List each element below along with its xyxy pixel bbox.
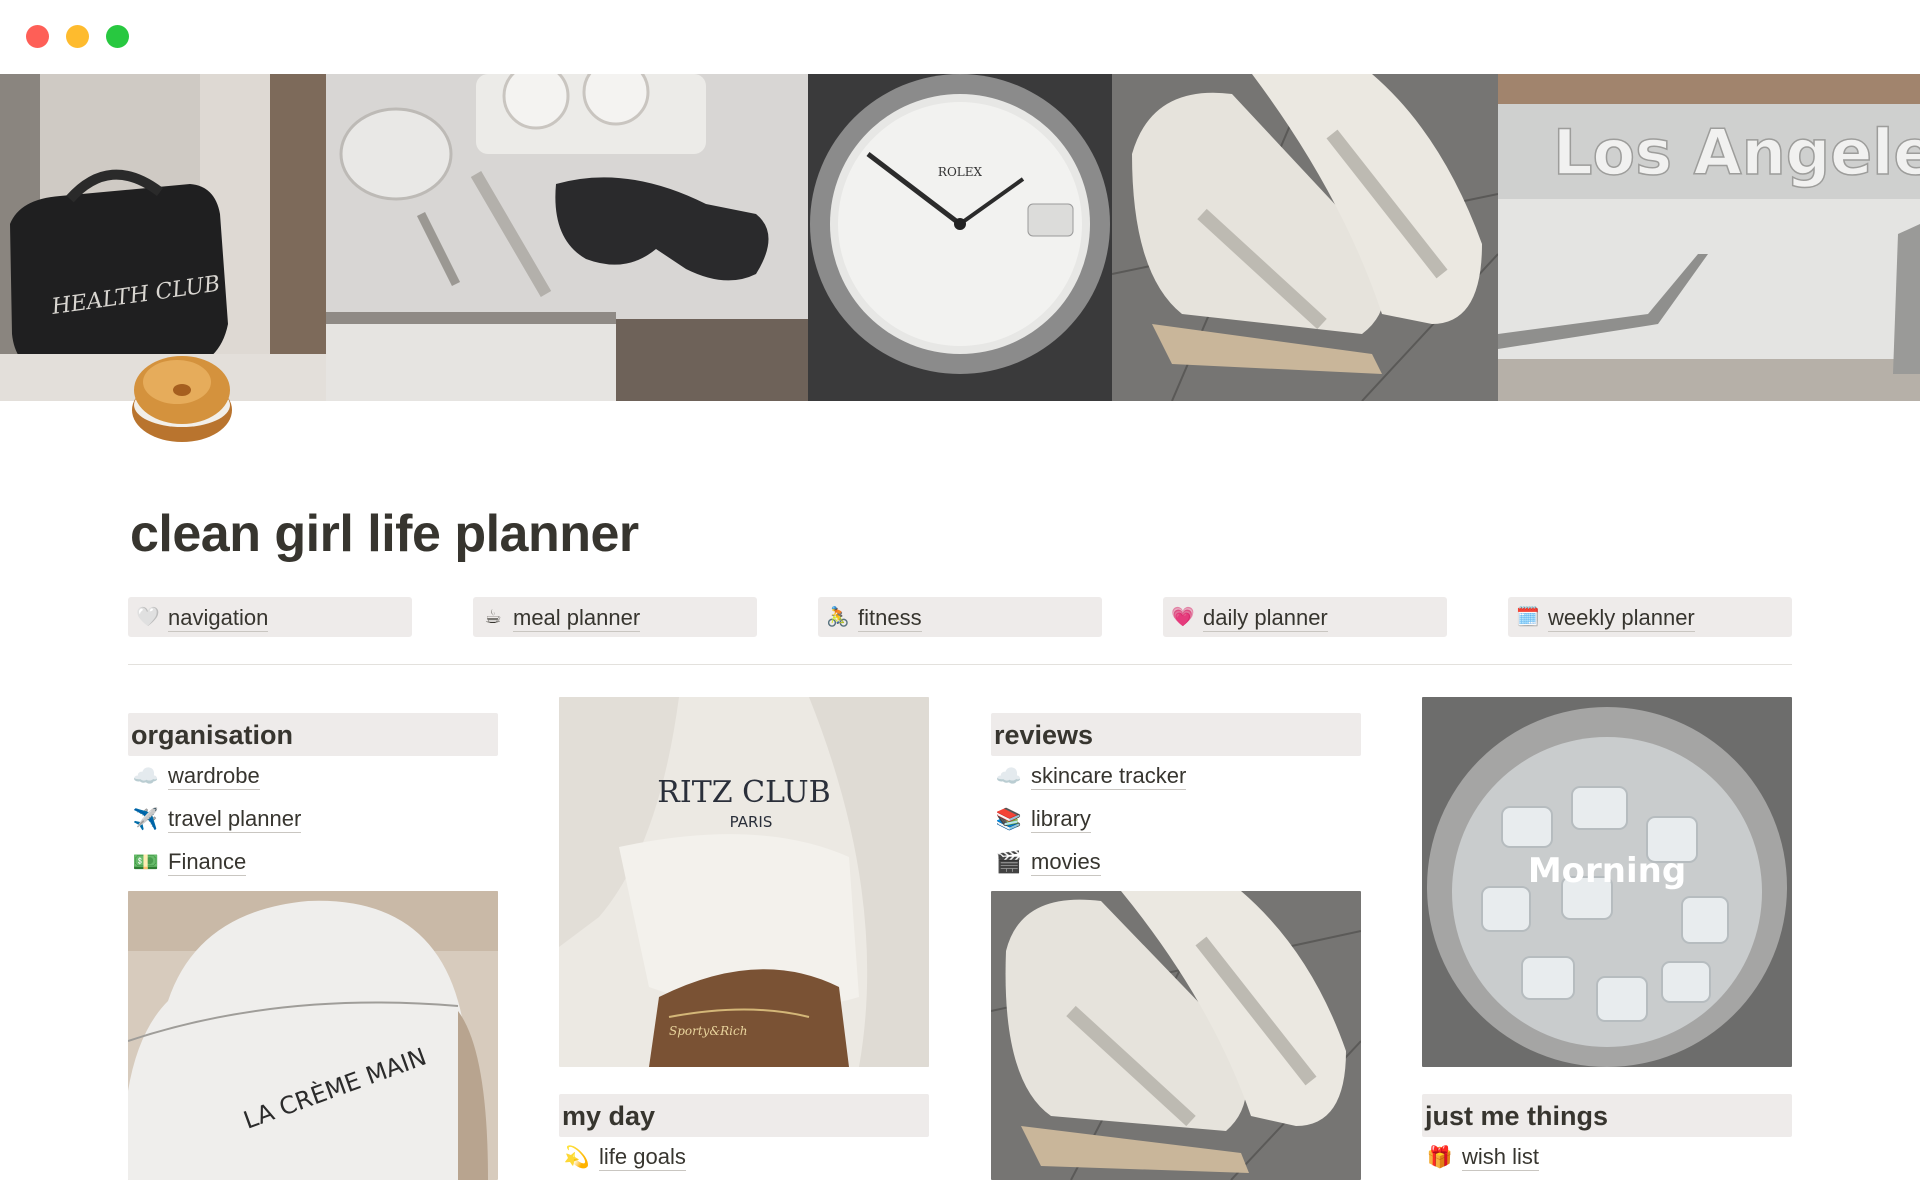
calendar-icon: 🗓️ [1516, 607, 1540, 628]
white-heart-icon: 🤍 [136, 607, 160, 628]
link-label: wish list [1462, 1144, 1540, 1171]
cover-watch-photo: ROLEX [808, 74, 1112, 401]
link-travel-planner[interactable]: ✈️ travel planner [128, 805, 498, 835]
sneakers-image[interactable] [991, 891, 1361, 1180]
link-label: life goals [599, 1144, 686, 1171]
coffee-icon: ☕ [484, 607, 502, 628]
cloud-icon: ☁️ [995, 765, 1023, 788]
nav-button-label: navigation [168, 605, 269, 632]
nav-button-daily-planner[interactable]: 💗 daily planner [1163, 597, 1447, 637]
morning-ice-image[interactable]: Morning [1422, 697, 1792, 1067]
cover-sign-text: Los Angele [1553, 116, 1920, 189]
page-title: clean girl life planner [130, 505, 639, 563]
gift-icon: 🎁 [1426, 1146, 1454, 1169]
nav-button-label: daily planner [1203, 605, 1328, 632]
nav-button-label: meal planner [513, 605, 641, 632]
cyclist-icon: 🚴 [826, 607, 850, 628]
cover-table-photo [326, 74, 808, 401]
link-label: skincare tracker [1031, 763, 1187, 790]
heading-my-day: my day [559, 1094, 929, 1137]
books-icon: 📚 [995, 808, 1023, 831]
link-library[interactable]: 📚 library [991, 805, 1361, 835]
heading-just-me-things: just me things [1422, 1094, 1792, 1137]
link-movies[interactable]: 🎬 movies [991, 848, 1361, 878]
close-window-button[interactable] [26, 25, 49, 48]
cover-image[interactable]: HEALTH CLUB ROLEX Los Angele [0, 74, 1920, 401]
link-skincare-tracker[interactable]: ☁️ skincare tracker [991, 762, 1361, 792]
link-label: wardrobe [168, 763, 260, 790]
nav-button-label: fitness [858, 605, 922, 632]
cover-escalator-photo: Los Angele [1498, 74, 1920, 401]
pink-heart-icon: 💗 [1171, 607, 1195, 628]
link-label: library [1031, 806, 1091, 833]
dizzy-star-icon: 💫 [563, 1146, 591, 1169]
heading-organisation: organisation [128, 713, 498, 756]
link-wish-list[interactable]: 🎁 wish list [1422, 1143, 1792, 1173]
nav-button-navigation[interactable]: 🤍 navigation [128, 597, 412, 637]
nav-button-weekly-planner[interactable]: 🗓️ weekly planner [1508, 597, 1792, 637]
morning-caption: Morning [1528, 851, 1686, 891]
clapper-board-icon: 🎬 [995, 851, 1023, 874]
la-creme-main-image[interactable]: LA CRÈME MAIN [128, 891, 498, 1180]
nav-button-fitness[interactable]: 🚴 fitness [818, 597, 1102, 637]
ritz-bracelet-text: Sporty&Rich [669, 1024, 747, 1038]
link-wardrobe[interactable]: ☁️ wardrobe [128, 762, 498, 792]
money-icon: 💵 [132, 851, 160, 874]
heading-reviews: reviews [991, 713, 1361, 756]
nav-button-meal-planner[interactable]: ☕ meal planner [473, 597, 757, 637]
link-label: Finance [168, 849, 247, 876]
zoom-window-button[interactable] [106, 25, 129, 48]
divider [128, 664, 1792, 665]
cloud-icon: ☁️ [132, 765, 160, 788]
cover-sneakers-photo [1112, 74, 1498, 401]
link-life-goals[interactable]: 💫 life goals [559, 1143, 929, 1173]
cover-watch-text: ROLEX [938, 165, 983, 179]
minimize-window-button[interactable] [66, 25, 89, 48]
link-finance[interactable]: 💵 Finance [128, 848, 498, 878]
ritz-club-image[interactable]: Sporty&Rich RITZ CLUB PARIS [559, 697, 929, 1067]
nav-button-label: weekly planner [1548, 605, 1695, 632]
link-label: travel planner [168, 806, 302, 833]
link-label: movies [1031, 849, 1101, 876]
bagel-icon[interactable] [131, 352, 234, 445]
ritz-paris-caption: PARIS [730, 813, 773, 831]
airplane-icon: ✈️ [132, 808, 160, 831]
ritz-club-caption: RITZ CLUB [657, 775, 830, 810]
